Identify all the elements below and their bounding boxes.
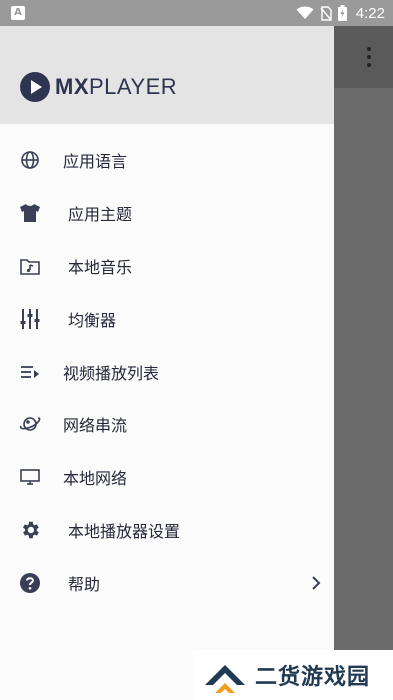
- network-stream-icon: [18, 412, 42, 436]
- drawer-scrim[interactable]: [334, 26, 393, 700]
- local-network-icon: [18, 465, 42, 489]
- globe-icon: [18, 148, 42, 172]
- menu-item-app-theme[interactable]: 应用主题: [0, 187, 334, 240]
- play-logo-icon: [20, 72, 50, 102]
- drawer-menu: 应用语言 应用主题 本地音乐 均衡器 视频播放列表 网络串流 本地网络 本地播放…: [0, 134, 334, 609]
- menu-item-equalizer[interactable]: 均衡器: [0, 292, 334, 345]
- notification-icon: A: [11, 6, 25, 20]
- site-logo-icon: [205, 665, 245, 693]
- chevron-right-icon: [312, 576, 321, 590]
- menu-item-label: 帮助: [68, 574, 101, 594]
- app-bar: [334, 26, 393, 88]
- status-bar: A 4:22: [0, 0, 393, 26]
- status-time: 4:22: [355, 4, 385, 22]
- menu-item-label: 网络串流: [63, 416, 128, 436]
- menu-item-network-stream[interactable]: 网络串流: [0, 398, 334, 451]
- menu-item-label: 应用语言: [63, 152, 128, 172]
- overflow-menu-button[interactable]: [357, 44, 381, 70]
- navigation-drawer: MXPLAYER 应用语言 应用主题 本地音乐 均衡器 视频播放列表 网络串流 …: [0, 26, 334, 700]
- menu-item-app-language[interactable]: 应用语言: [0, 134, 334, 187]
- menu-item-help[interactable]: 帮助: [0, 556, 334, 609]
- playlist-icon: [18, 360, 42, 384]
- help-icon: [18, 571, 42, 595]
- tshirt-icon: [18, 201, 42, 225]
- mx-player-logo: MXPLAYER: [20, 72, 177, 102]
- watermark-text: 二货游戏园: [255, 665, 371, 690]
- menu-item-label: 应用主题: [68, 205, 133, 225]
- music-folder-icon: [18, 254, 42, 278]
- menu-item-video-playlist[interactable]: 视频播放列表: [0, 345, 334, 398]
- menu-item-label: 本地播放器设置: [68, 521, 181, 541]
- menu-item-local-music[interactable]: 本地音乐: [0, 240, 334, 293]
- menu-item-local-network[interactable]: 本地网络: [0, 451, 334, 504]
- logo-text: MXPLAYER: [55, 74, 178, 99]
- status-icons: 4:22: [296, 0, 385, 26]
- no-sim-icon: [320, 5, 332, 21]
- menu-item-label: 均衡器: [68, 310, 117, 330]
- menu-item-label: 本地网络: [63, 469, 128, 489]
- gear-icon: [18, 518, 42, 542]
- menu-item-local-player-settings[interactable]: 本地播放器设置: [0, 504, 334, 557]
- menu-item-label: 视频播放列表: [63, 363, 160, 383]
- wifi-icon: [296, 6, 314, 19]
- battery-icon: [337, 5, 347, 21]
- equalizer-icon: [18, 307, 42, 331]
- menu-item-label: 本地音乐: [68, 257, 133, 277]
- drawer-header: MXPLAYER: [0, 26, 334, 124]
- watermark: 二货游戏园: [193, 650, 393, 700]
